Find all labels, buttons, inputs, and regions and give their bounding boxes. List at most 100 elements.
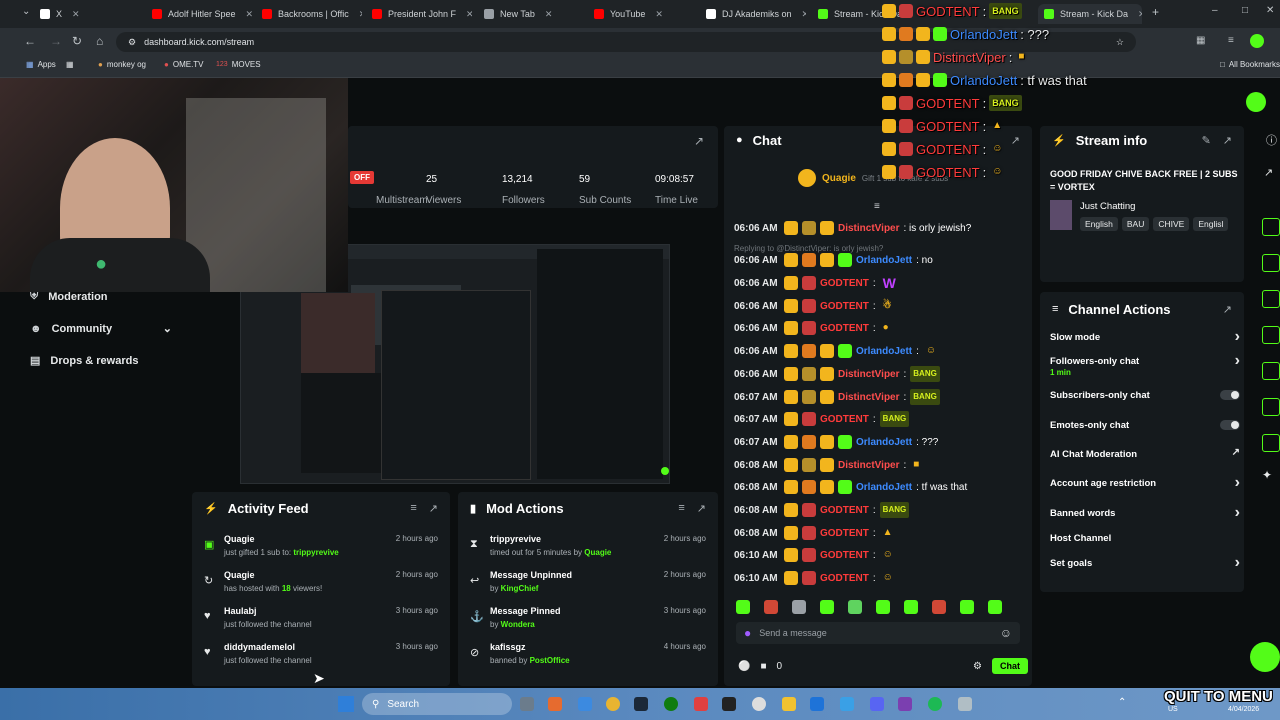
settings-gear-icon[interactable]: ⚙ xyxy=(973,661,982,672)
chat-message[interactable]: 06:07 AM GODTENT: BANG xyxy=(734,409,910,429)
feed-user[interactable]: diddymademelol xyxy=(224,642,295,652)
app-icon[interactable] xyxy=(958,697,972,711)
toggle-switch[interactable] xyxy=(1220,420,1240,430)
discord-icon[interactable] xyxy=(870,697,884,711)
chat-message[interactable]: 06:07 AM OrlandoJett: ??? xyxy=(734,432,938,452)
chat-username[interactable]: OrlandoJett xyxy=(856,255,912,266)
chat-username[interactable]: OrlandoJett xyxy=(856,437,912,448)
feed-row[interactable]: ⚓ Message Pinned by Wondera 3 hours ago xyxy=(458,604,718,638)
tab-close-icon[interactable]: ✕ xyxy=(246,9,252,20)
popout-icon[interactable]: ↗ xyxy=(697,502,706,515)
viewer-list-icon[interactable]: ⚪ xyxy=(738,661,750,672)
feed-highlight[interactable]: Quagie xyxy=(584,548,611,557)
emote-icon[interactable] xyxy=(988,600,1002,614)
chat-message[interactable]: 06:06 AM OrlandoJett: no xyxy=(734,250,933,270)
tab-close-icon[interactable]: ✕ xyxy=(466,9,472,20)
app-icon[interactable] xyxy=(840,697,854,711)
emote-icon[interactable] xyxy=(792,600,806,614)
channel-action-item[interactable]: Account age restriction › xyxy=(1050,474,1240,491)
chat-input[interactable]: ● Send a message ☺ xyxy=(736,622,1020,644)
sidebar-item-community[interactable]: ☻ Community ⌄ xyxy=(30,322,172,336)
expand-icon[interactable]: ↗ xyxy=(694,134,704,148)
feed-highlight[interactable]: PostOffice xyxy=(530,656,570,665)
menu-list-icon[interactable]: ≡ xyxy=(1228,35,1234,46)
emote-icon[interactable] xyxy=(876,600,890,614)
profile-avatar[interactable] xyxy=(1250,34,1264,48)
emote-icon[interactable] xyxy=(820,600,834,614)
chat-username[interactable]: GODTENT xyxy=(820,301,869,312)
chat-username[interactable]: OrlandoJett xyxy=(856,482,912,493)
feed-user[interactable]: Haulabj xyxy=(224,606,257,616)
feed-row[interactable]: ⊘ kafissgz banned by PostOffice 4 hours ago xyxy=(458,640,718,674)
tag-chip[interactable]: Englisl xyxy=(1193,217,1229,231)
xbox-icon[interactable] xyxy=(664,697,678,711)
feed-user[interactable]: Message Pinned xyxy=(490,606,561,616)
emote-icon[interactable] xyxy=(960,600,974,614)
rail-tool-icon[interactable] xyxy=(1262,362,1280,380)
chat-message[interactable]: 06:10 AM GODTENT: ☺ xyxy=(734,545,896,565)
feed-highlight[interactable]: Wondera xyxy=(501,620,535,629)
emote-icon[interactable] xyxy=(736,600,750,614)
new-tab-icon[interactable]: + xyxy=(1152,5,1159,19)
chat-username[interactable]: GODTENT xyxy=(820,323,869,334)
app-icon[interactable] xyxy=(898,697,912,711)
tab-close-icon[interactable]: ✕ xyxy=(802,9,806,20)
feed-user[interactable]: Quagie xyxy=(224,570,255,580)
chat-username[interactable]: OrlandoJett xyxy=(856,346,912,357)
site-info-icon[interactable]: ⚙ xyxy=(128,37,136,48)
channel-action-item[interactable]: Slow mode › xyxy=(1050,328,1240,345)
chat-username[interactable]: DistinctViper xyxy=(838,460,900,471)
channel-action-item[interactable]: Banned words › xyxy=(1050,504,1240,521)
chat-message[interactable]: 06:08 AM DistinctViper: ■ xyxy=(734,455,922,475)
app-icon[interactable] xyxy=(722,697,736,711)
rail-tool-icon[interactable] xyxy=(1262,326,1280,344)
multistream-label[interactable]: Multistream xyxy=(376,195,428,206)
emote-icon[interactable] xyxy=(904,600,918,614)
home-icon[interactable]: ⌂ xyxy=(96,34,103,48)
chat-username[interactable]: GODTENT xyxy=(820,278,869,289)
taskview-icon[interactable] xyxy=(520,697,534,711)
minimize-icon[interactable]: – xyxy=(1212,5,1218,16)
feed-row[interactable]: ⧗ trippyrevive timed out for 5 minutes by … xyxy=(458,532,718,566)
channel-action-item[interactable]: Host Channel xyxy=(1050,533,1240,544)
spotify-icon[interactable] xyxy=(928,697,942,711)
info-icon[interactable]: ⓘ xyxy=(1266,132,1277,148)
folder-icon[interactable] xyxy=(782,697,796,711)
chat-username[interactable]: GODTENT xyxy=(820,528,869,539)
app-icon[interactable] xyxy=(752,697,766,711)
grid-icon[interactable]: ▦ xyxy=(66,60,74,69)
feed-row[interactable]: ♥ Haulabj just followed the channel 3 hours… xyxy=(192,604,450,638)
channel-action-item[interactable]: Subscribers-only chat xyxy=(1050,390,1240,401)
channel-action-item[interactable]: Emotes-only chat xyxy=(1050,420,1240,431)
browser-tab[interactable]: DJ Akademiks on ✕ xyxy=(706,4,806,24)
mic-icon[interactable]: ● xyxy=(744,626,751,640)
browser-tab[interactable]: YouTube ✕ xyxy=(594,4,694,24)
sidebar-item-drops[interactable]: ▤ Drops & rewards xyxy=(30,354,138,368)
browser-tab[interactable]: Backrooms | Offic ✕ xyxy=(262,4,362,24)
kick-logo-icon[interactable] xyxy=(1246,92,1266,112)
feed-row[interactable]: ↻ Quagie has hosted with 18 viewers! 2 hour… xyxy=(192,568,450,602)
chat-message[interactable]: 06:08 AM OrlandoJett: tf was that xyxy=(734,477,967,497)
app-icon[interactable] xyxy=(694,697,708,711)
floating-kick-button[interactable] xyxy=(1250,642,1280,672)
bookmark-all[interactable]: □ All Bookmarks xyxy=(1220,60,1280,69)
chat-username[interactable]: GODTENT xyxy=(820,414,869,425)
channel-action-item[interactable]: Set goals › xyxy=(1050,554,1240,571)
popout-icon[interactable]: ↗ xyxy=(1223,303,1232,316)
chat-username[interactable]: DistinctViper xyxy=(838,392,900,403)
start-windows-icon[interactable] xyxy=(338,696,354,712)
feed-row[interactable]: ▣ Quagie just gifted 1 sub to: trippyreviv… xyxy=(192,532,450,566)
chat-username[interactable]: DistinctViper xyxy=(838,223,900,234)
chat-message[interactable]: 06:06 AM OrlandoJett: ☺ xyxy=(734,341,939,361)
rail-tool-icon[interactable] xyxy=(1262,434,1280,452)
chrome-icon[interactable] xyxy=(606,697,620,711)
chat-message[interactable]: 06:06 AM DistinctViper: is orly jewish? xyxy=(734,218,971,238)
chat-message[interactable]: 06:06 AM GODTENT: ● xyxy=(734,318,892,338)
chat-username[interactable]: GODTENT xyxy=(820,550,869,561)
extensions-icon[interactable]: ▦ xyxy=(1196,35,1205,46)
feed-user[interactable]: kafissgz xyxy=(490,642,526,652)
reload-icon[interactable]: ↻ xyxy=(72,34,82,48)
feed-highlight[interactable]: KingChief xyxy=(501,584,539,593)
browser-tab[interactable]: New Tab ✕ xyxy=(484,4,584,24)
feed-row[interactable]: ♥ diddymademelol just followed the channel… xyxy=(192,640,450,674)
